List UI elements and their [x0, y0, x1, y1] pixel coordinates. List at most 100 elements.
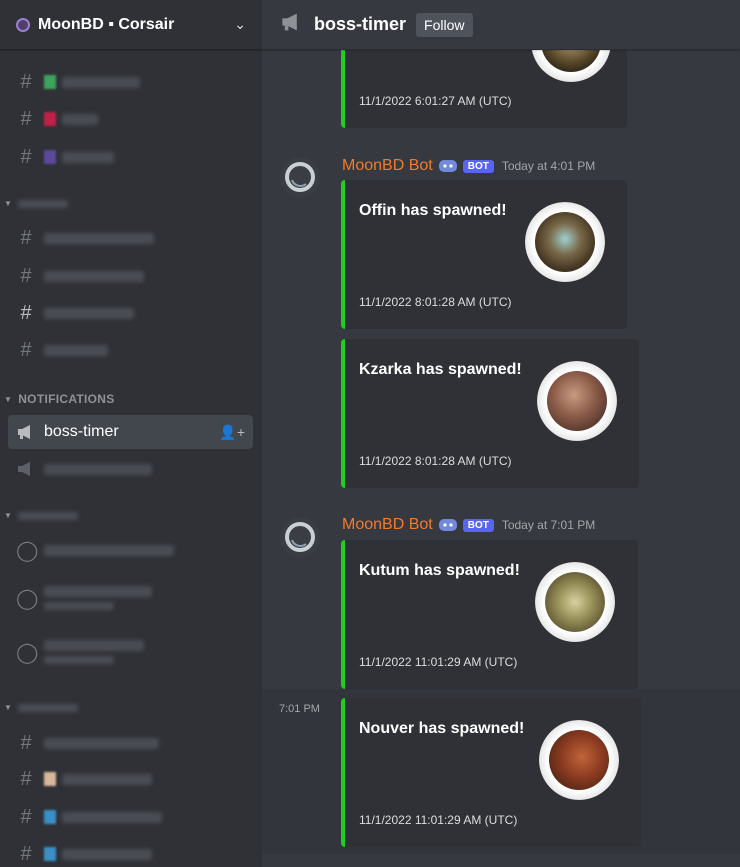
category-redacted[interactable]: ▼ — [4, 199, 69, 208]
avatar[interactable] — [280, 157, 320, 197]
embed-footer: 11/1/2022 11:01:29 AM (UTC) — [359, 813, 518, 827]
hash-icon: # — [20, 842, 32, 865]
channel-item-redacted[interactable]: # — [8, 726, 253, 760]
message-timestamp: Today at 7:01 PM — [501, 518, 596, 532]
hover-timestamp: 7:01 PM — [279, 703, 320, 715]
hash-icon: # — [20, 767, 32, 790]
channel-item-redacted[interactable]: # — [8, 140, 253, 174]
chat-area: boss-timer Follow 11/1/2022 6:01:27 AM (… — [262, 0, 740, 867]
server-name: MoonBD ▪ Corsair — [38, 15, 175, 33]
redacted-channel-name — [44, 307, 134, 319]
discord-badge-icon — [438, 159, 458, 173]
channel-header: boss-timer Follow — [262, 0, 740, 50]
discord-badge-icon — [438, 518, 458, 532]
channel-emoji — [44, 772, 56, 786]
embed-title: Nouver has spawned! — [359, 720, 525, 737]
forum-item-redacted[interactable]: ◯ — [8, 632, 253, 672]
embed-footer: 11/1/2022 6:01:27 AM (UTC) — [359, 94, 512, 108]
channel-item-redacted[interactable]: # — [8, 837, 253, 867]
hash-icon: # — [20, 70, 32, 93]
redacted-channel-name — [44, 232, 154, 244]
hash-icon: # — [20, 338, 32, 361]
forum-icon: ◯ — [16, 641, 39, 664]
channel-label: boss-timer — [44, 423, 119, 440]
boss-thumbnail — [539, 720, 619, 800]
redacted-channel-name — [44, 344, 108, 356]
message-header: MoonBD Bot BOT Today at 7:01 PM — [342, 516, 595, 534]
channel-item-redacted[interactable]: # — [8, 102, 253, 136]
category-redacted[interactable]: ▼ — [4, 511, 79, 520]
redacted-channel-name — [62, 773, 152, 785]
caret-down-icon: ▼ — [4, 703, 13, 712]
forum-item-redacted[interactable]: ◯ — [8, 533, 253, 567]
channel-emoji — [44, 150, 56, 164]
create-invite-icon[interactable]: 👤+ — [219, 424, 245, 441]
channel-title: boss-timer — [314, 14, 407, 34]
forum-icon: ◯ — [16, 587, 39, 610]
caret-down-icon: ▼ — [4, 199, 13, 208]
announcement-channel-icon — [16, 461, 36, 477]
hash-icon: # — [20, 731, 32, 754]
redacted-channel-name — [62, 76, 140, 88]
channel-emoji — [44, 112, 56, 126]
channel-item-redacted[interactable]: # — [8, 762, 253, 796]
channel-item-redacted[interactable]: # — [8, 296, 253, 330]
announcement-channel-icon — [16, 424, 36, 440]
channel-item-redacted[interactable]: # — [8, 259, 253, 293]
redacted-channel-name — [62, 811, 162, 823]
category-notifications[interactable]: ▼ NOTIFICATIONS — [4, 392, 115, 406]
redacted-channel-sub — [44, 656, 114, 664]
embed-footer: 11/1/2022 8:01:28 AM (UTC) — [359, 295, 512, 309]
hash-icon: # — [20, 145, 32, 168]
boss-thumbnail — [535, 562, 615, 642]
forum-item-redacted[interactable]: ◯ — [8, 578, 253, 618]
message-timestamp: Today at 4:01 PM — [501, 159, 596, 173]
channel-item-redacted[interactable] — [8, 452, 253, 486]
chevron-down-icon[interactable]: ⌄ — [234, 16, 246, 33]
hash-icon: # — [20, 107, 32, 130]
hash-icon: # — [20, 264, 32, 287]
redacted-channel-name — [62, 848, 152, 860]
redacted-channel-sub — [44, 602, 114, 610]
redacted-category-name — [18, 199, 69, 208]
redacted-channel-name — [44, 544, 174, 556]
avatar[interactable] — [280, 517, 320, 557]
channel-item-boss-timer[interactable]: boss-timer 👤+ — [8, 415, 253, 449]
forum-icon: ◯ — [16, 539, 39, 562]
embed-nouver: Nouver has spawned! 11/1/2022 11:01:29 A… — [341, 698, 641, 847]
boss-thumbnail — [525, 202, 605, 282]
caret-down-icon: ▼ — [4, 394, 13, 404]
hash-icon: # — [20, 301, 32, 324]
embed-title: Offin has spawned! — [359, 202, 507, 219]
caret-down-icon: ▼ — [4, 511, 13, 520]
bot-tag: BOT — [462, 518, 494, 532]
redacted-channel-name — [62, 151, 114, 163]
category-redacted[interactable]: ▼ — [4, 703, 79, 712]
redacted-channel-name — [44, 586, 152, 597]
server-header[interactable]: MoonBD ▪ Corsair ⌄ — [0, 0, 262, 50]
channel-sidebar: MoonBD ▪ Corsair ⌄ # # # ▼ # # # # ▼ NOT… — [0, 0, 262, 867]
hash-icon: # — [20, 805, 32, 828]
boss-image — [547, 371, 607, 431]
announcement-channel-icon — [280, 12, 304, 37]
channel-emoji — [44, 810, 56, 824]
author-name[interactable]: MoonBD Bot — [342, 157, 433, 175]
redacted-category-name — [18, 703, 79, 712]
embed-title: Kutum has spawned! — [359, 562, 520, 579]
channel-emoji — [44, 75, 56, 89]
embed-footer: 11/1/2022 11:01:29 AM (UTC) — [359, 655, 518, 669]
redacted-channel-name — [62, 113, 98, 125]
channel-item-redacted[interactable]: # — [8, 65, 253, 99]
redacted-category-name — [18, 511, 79, 520]
embed-footer: 11/1/2022 8:01:28 AM (UTC) — [359, 454, 512, 468]
follow-button[interactable]: Follow — [416, 12, 473, 37]
author-name[interactable]: MoonBD Bot — [342, 516, 433, 534]
embed-title: Kzarka has spawned! — [359, 361, 522, 378]
boss-image — [535, 212, 595, 272]
embed-offin: Offin has spawned! 11/1/2022 8:01:28 AM … — [341, 180, 627, 329]
channel-item-redacted[interactable]: # — [8, 800, 253, 834]
channel-item-redacted[interactable]: # — [8, 221, 253, 255]
channel-item-redacted[interactable]: # — [8, 333, 253, 367]
redacted-channel-name — [44, 270, 144, 282]
embed-kzarka: Kzarka has spawned! 11/1/2022 8:01:28 AM… — [341, 339, 639, 488]
